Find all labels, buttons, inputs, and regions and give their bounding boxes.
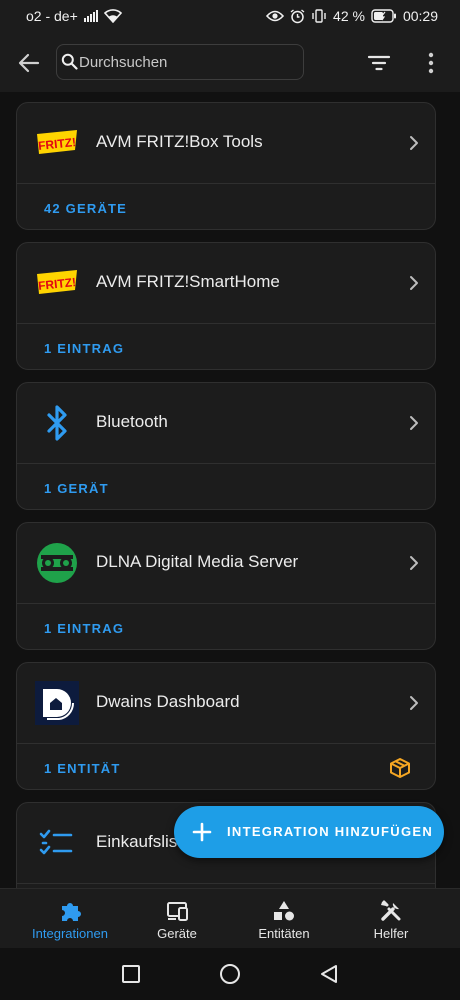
search-input[interactable] [79,45,289,79]
status-right: 42 % 00:29 [266,8,438,24]
integration-card: Bluetooth 1 GERÄT [16,382,436,510]
status-left: o2 - de+ [26,8,122,24]
tools-icon [381,900,401,921]
status-bar: o2 - de+ 42 % 00:29 [0,0,460,34]
back-triangle-icon[interactable] [318,963,340,985]
nav-label: Helfer [373,926,409,941]
eye-icon [266,10,285,22]
wifi-icon [103,9,122,23]
search-box[interactable] [56,44,304,80]
entities-link[interactable]: 1 ENTITÄT [44,761,121,776]
divider [17,603,435,604]
search-icon [61,53,78,70]
chevron-right-icon [410,416,418,430]
dwains-logo [35,681,79,725]
divider [17,743,435,744]
back-arrow-icon[interactable] [16,50,42,76]
entries-link[interactable]: 1 EINTRAG [44,341,124,356]
vibrate-icon [312,9,326,23]
fritz-logo: FRITZ! [37,130,77,154]
shopping-list-logo [39,829,73,855]
nav-geraete[interactable]: Geräte [122,889,232,949]
integration-title: DLNA Digital Media Server [96,552,299,571]
integration-card: FRITZ! AVM FRITZ!SmartHome 1 EINTRAG [16,242,436,370]
divider [17,323,435,324]
recents-square-icon[interactable] [120,963,142,985]
shapes-icon [274,901,294,921]
integration-title: Dwains Dashboard [96,692,240,711]
add-integration-button[interactable]: INTEGRATION HINZUFÜGEN [174,806,444,858]
integration-card: Dwains Dashboard 1 ENTITÄT [16,662,436,790]
devices-link[interactable]: 1 GERÄT [44,481,109,496]
nav-label: Geräte [157,926,197,941]
integration-card-header[interactable]: Dwains Dashboard [17,663,435,743]
filter-icon[interactable] [366,50,392,76]
alarm-icon [290,8,305,23]
integration-title: AVM FRITZ!Box Tools [96,132,263,151]
battery-percent: 42 % [333,8,365,24]
entries-link[interactable]: 1 EINTRAG [44,621,124,636]
app-bar [0,34,460,92]
chevron-right-icon [410,136,418,150]
add-integration-label: INTEGRATION HINZUFÜGEN [227,824,434,839]
carrier-label: o2 - de+ [26,8,78,24]
chevron-right-icon [410,276,418,290]
bottom-navigation: Integrationen Geräte Entitäten Helfer [0,888,460,948]
bluetooth-logo [47,405,67,441]
battery-icon [371,9,396,23]
custom-integration-icon[interactable] [389,757,411,779]
dlna-logo [37,543,77,583]
integration-card-header[interactable]: DLNA Digital Media Server [17,523,435,603]
more-vert-icon[interactable] [420,50,442,76]
system-navigation-bar [0,948,460,1000]
chevron-right-icon [410,696,418,710]
integration-title: Bluetooth [96,412,168,431]
fritz-logo: FRITZ! [37,270,77,294]
puzzle-icon [62,903,81,921]
integration-list: FRITZ! AVM FRITZ!Box Tools 42 GERÄTE FRI… [0,92,460,888]
nav-integrationen[interactable]: Integrationen [15,889,125,949]
clock: 00:29 [402,8,438,24]
integration-card: DLNA Digital Media Server 1 EINTRAG [16,522,436,650]
integration-title: AVM FRITZ!SmartHome [96,272,280,291]
divider [17,463,435,464]
nav-entitaeten[interactable]: Entitäten [229,889,339,949]
divider [17,183,435,184]
devices-link[interactable]: 42 GERÄTE [44,201,127,216]
nav-label: Integrationen [32,926,108,941]
chevron-right-icon [410,556,418,570]
devices-icon [167,902,188,921]
integration-card: FRITZ! AVM FRITZ!Box Tools 42 GERÄTE [16,102,436,230]
signal-icon [83,10,98,22]
plus-icon [192,822,212,842]
divider [17,883,435,884]
integration-card-header[interactable]: Bluetooth [17,383,435,463]
nav-label: Entitäten [258,926,310,941]
home-circle-icon[interactable] [219,963,241,985]
nav-helfer[interactable]: Helfer [336,889,446,949]
integration-card-header[interactable]: FRITZ! AVM FRITZ!Box Tools [17,103,435,183]
integration-card-header[interactable]: FRITZ! AVM FRITZ!SmartHome [17,243,435,323]
